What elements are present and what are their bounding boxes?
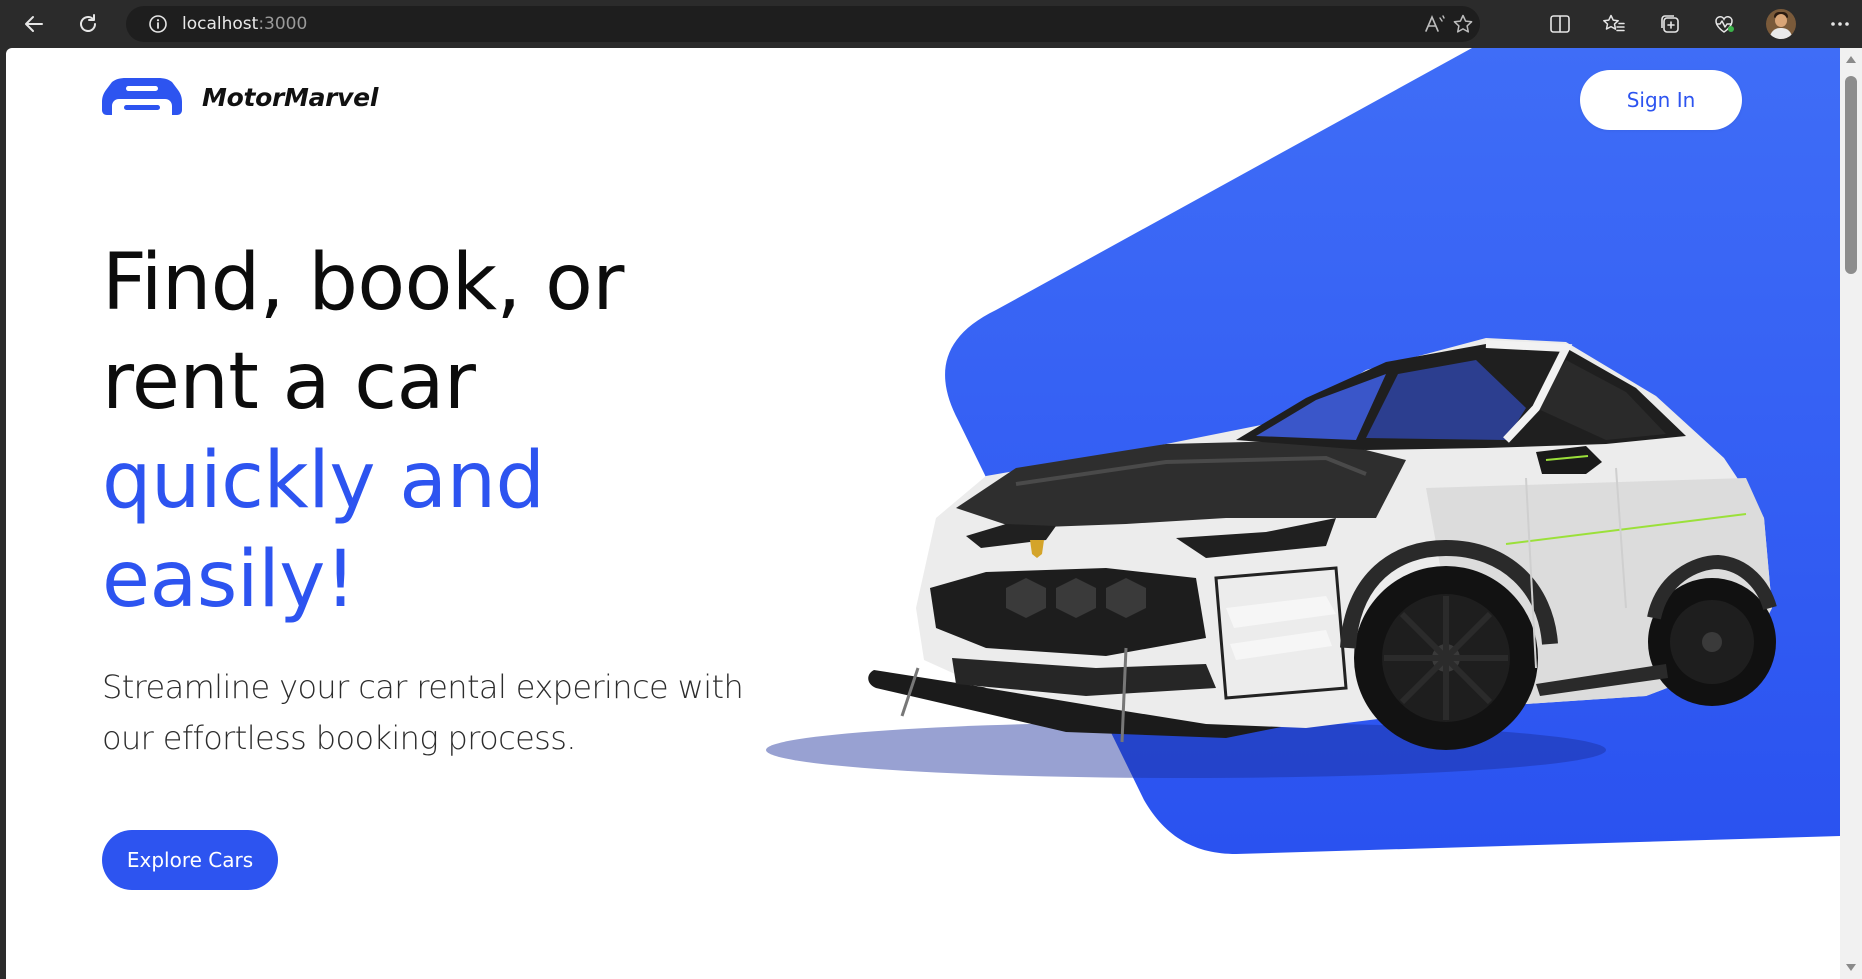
site-info-button[interactable] <box>140 14 176 34</box>
split-screen-button[interactable] <box>1546 10 1574 38</box>
hero-subtitle: Streamline your car rental experince wit… <box>102 662 782 764</box>
star-icon <box>1453 14 1473 33</box>
url-host: localhost <box>182 14 259 34</box>
subtitle-line-2: our effortless booking process. <box>102 719 576 757</box>
favorite-button[interactable] <box>1446 6 1480 42</box>
reload-button[interactable] <box>74 10 102 38</box>
page-viewport: MotorMarvel Sign In Find, book, or rent … <box>6 48 1840 979</box>
address-bar[interactable]: localhost:3000 <box>126 6 1480 42</box>
scroll-down-arrow-icon[interactable] <box>1846 964 1856 971</box>
back-button[interactable] <box>20 10 48 38</box>
scroll-up-arrow-icon[interactable] <box>1846 56 1856 63</box>
more-icon <box>1831 22 1849 26</box>
collections-icon <box>1661 15 1679 33</box>
brand-name: MotorMarvel <box>202 82 379 112</box>
explore-cars-button[interactable]: Explore Cars <box>102 830 278 890</box>
heartbeat-icon <box>1715 16 1734 33</box>
sign-in-button[interactable]: Sign In <box>1580 70 1742 130</box>
subtitle-line-1: Streamline your car rental experince wit… <box>102 668 744 706</box>
scrollbar-thumb[interactable] <box>1845 76 1857 274</box>
hero-headline: Find, book, or rent a car quickly and ea… <box>102 234 624 630</box>
favorites-button[interactable] <box>1600 10 1628 38</box>
headline-accent-line-2: easily! <box>102 535 356 625</box>
split-screen-icon <box>1550 15 1570 33</box>
reload-icon <box>80 14 96 32</box>
headline-line-2: rent a car <box>102 337 476 427</box>
url-text: localhost:3000 <box>182 14 307 34</box>
page-scrollbar[interactable] <box>1840 48 1862 979</box>
read-aloud-icon <box>1425 14 1445 32</box>
headline-line-1: Find, book, or <box>102 238 624 328</box>
favorites-icon <box>1603 14 1625 32</box>
browser-toolbar: localhost:3000 <box>0 0 1862 48</box>
headline-accent-line-1: quickly and <box>102 436 545 526</box>
arrow-left-icon <box>25 16 43 32</box>
car-logo-icon <box>102 78 182 115</box>
profile-avatar[interactable] <box>1766 9 1796 39</box>
performance-button[interactable] <box>1710 10 1738 38</box>
url-port: :3000 <box>258 14 308 34</box>
brand-logo[interactable]: MotorMarvel <box>102 78 378 116</box>
info-icon <box>149 15 167 33</box>
more-button[interactable] <box>1826 10 1854 38</box>
collections-button[interactable] <box>1656 10 1684 38</box>
